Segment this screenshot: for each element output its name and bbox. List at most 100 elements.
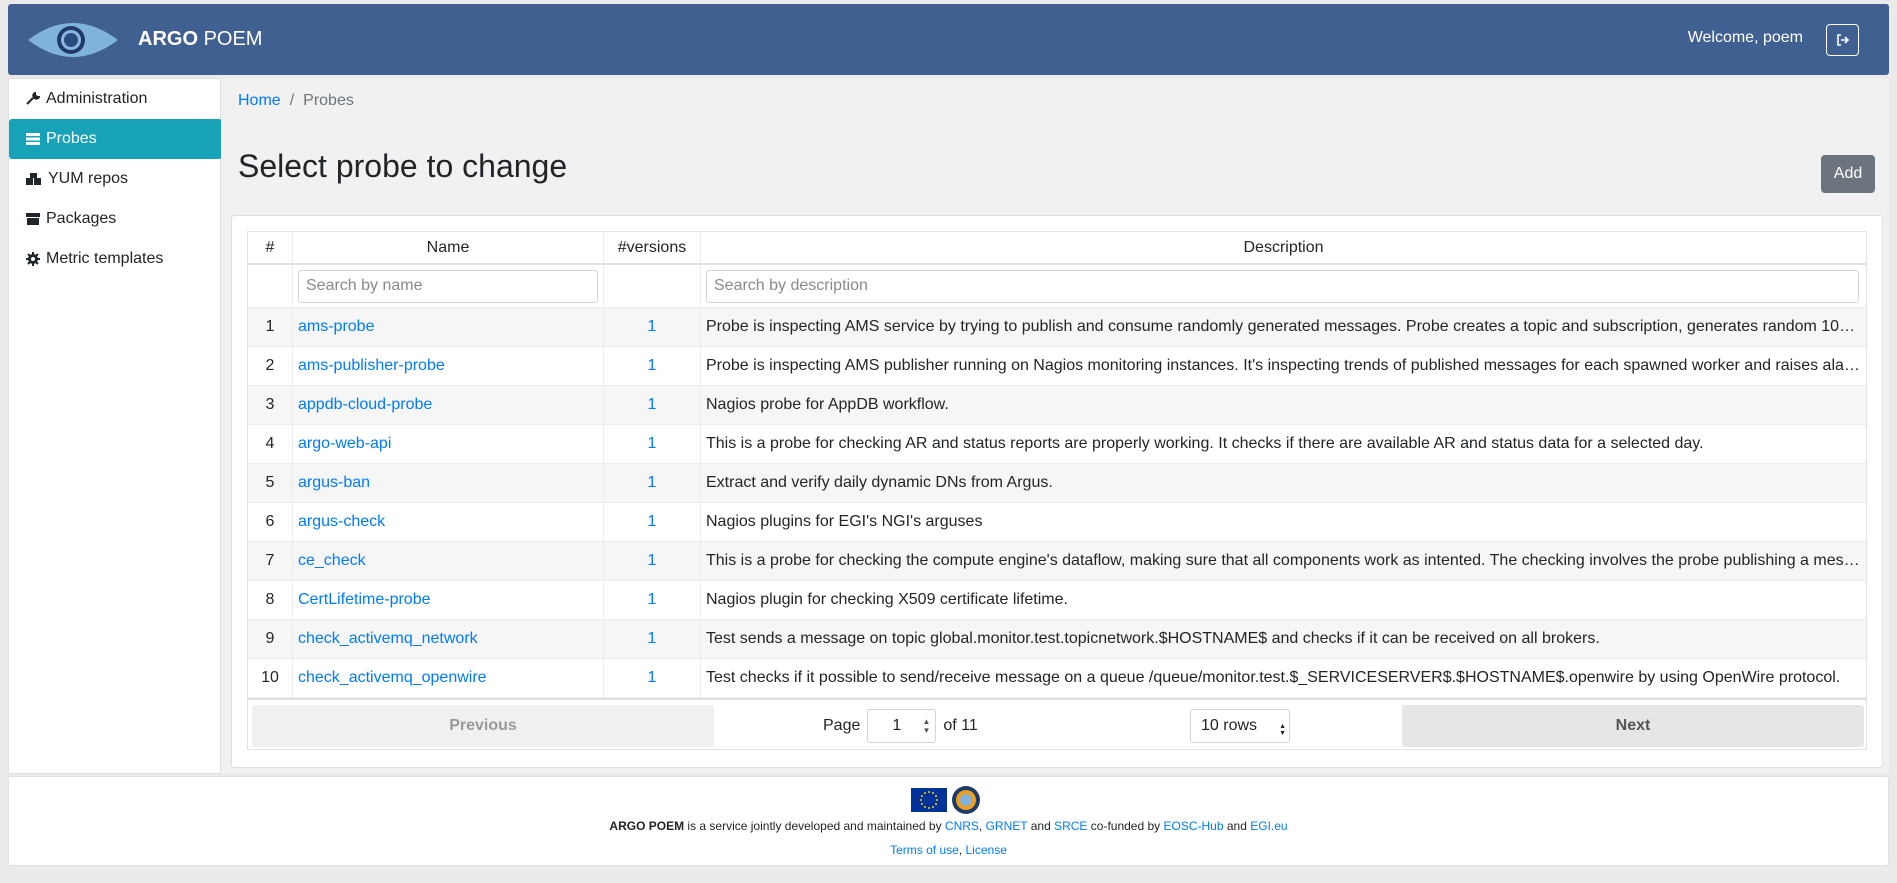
- probe-description: Nagios plugins for EGI's NGI's arguses: [706, 513, 983, 530]
- logout-button[interactable]: [1826, 24, 1859, 56]
- cnrs-link[interactable]: CNRS: [945, 819, 979, 833]
- probe-name-link[interactable]: argus-check: [298, 513, 385, 531]
- probe-name-link[interactable]: argus-ban: [298, 474, 370, 492]
- probe-name-link[interactable]: ams-probe: [298, 318, 374, 336]
- footer-brand: ARGO POEM: [609, 819, 685, 833]
- row-number: 3: [248, 386, 293, 424]
- row-number: 9: [248, 620, 293, 658]
- page-title: Select probe to change: [238, 148, 568, 184]
- table-row: 3 appdb-cloud-probe 1 Nagios probe for AppD…: [248, 386, 1866, 425]
- probe-description: Probe is inspecting AMS publisher runnin…: [706, 357, 1861, 374]
- row-number: 8: [248, 581, 293, 619]
- row-number: 6: [248, 503, 293, 541]
- row-number: 10: [248, 659, 293, 697]
- probes-card: # Name #versions Description Search by n…: [231, 215, 1883, 768]
- probe-name-link[interactable]: check_activemq_openwire: [298, 669, 487, 687]
- header-versions[interactable]: #versions: [604, 232, 701, 263]
- server-icon: [26, 133, 40, 145]
- box-icon: [26, 213, 40, 225]
- sign-out-icon: [1836, 34, 1849, 46]
- grnet-link[interactable]: GRNET: [986, 819, 1028, 833]
- egi-link[interactable]: EGI.eu: [1250, 819, 1287, 833]
- versions-link[interactable]: 1: [648, 474, 657, 492]
- eosc-hub-link[interactable]: EOSC-Hub: [1164, 819, 1224, 833]
- eu-flag-logo: [911, 788, 947, 812]
- versions-link[interactable]: 1: [648, 513, 657, 531]
- header-number[interactable]: #: [248, 232, 293, 263]
- table-header: # Name #versions Description: [248, 232, 1866, 265]
- probe-description: Nagios plugin for checking X509 certific…: [706, 591, 1068, 608]
- row-number: 5: [248, 464, 293, 502]
- header-name[interactable]: Name: [293, 232, 604, 263]
- versions-link[interactable]: 1: [648, 435, 657, 453]
- versions-link[interactable]: 1: [648, 669, 657, 687]
- sidebar-item-administration[interactable]: Administration: [9, 79, 222, 119]
- versions-link[interactable]: 1: [648, 318, 657, 336]
- table-row: 5 argus-ban 1 Extract and verify daily dyna…: [248, 464, 1866, 503]
- sidebar-item-packages[interactable]: Packages: [9, 199, 222, 239]
- probe-description: Extract and verify daily dynamic DNs fro…: [706, 474, 1053, 491]
- probe-description: This is a probe for checking AR and stat…: [706, 435, 1704, 452]
- spinner-arrows-icon[interactable]: ▲ ▼: [922, 717, 930, 735]
- page-label: Page: [823, 717, 861, 734]
- terms-of-use-link[interactable]: Terms of use: [890, 843, 959, 857]
- probe-description: Probe is inspecting AMS service by tryin…: [706, 318, 1861, 335]
- sidebar-item-probes[interactable]: Probes: [9, 119, 222, 159]
- versions-link[interactable]: 1: [648, 591, 657, 609]
- sidebar-item-metric-templates[interactable]: Metric templates: [9, 239, 222, 279]
- table-row: 8 CertLifetime-probe 1 Nagios plugin for ch…: [248, 581, 1866, 620]
- next-button[interactable]: Next: [1402, 705, 1864, 747]
- probe-name-link[interactable]: appdb-cloud-probe: [298, 396, 432, 414]
- add-button[interactable]: Add: [1821, 155, 1875, 193]
- probe-name-link[interactable]: argo-web-api: [298, 435, 391, 453]
- egi-logo: [952, 786, 980, 814]
- page-number-input[interactable]: 1 ▲ ▼: [867, 709, 937, 743]
- versions-link[interactable]: 1: [648, 630, 657, 648]
- row-number: 1: [248, 308, 293, 346]
- versions-link[interactable]: 1: [648, 396, 657, 414]
- boxes-icon: [26, 173, 41, 185]
- wrench-icon: [26, 92, 40, 105]
- breadcrumb-home-link[interactable]: Home: [238, 92, 281, 109]
- main-content: Home / Probes Select probe to change Add #…: [221, 78, 1889, 774]
- probe-name-link[interactable]: CertLifetime-probe: [298, 591, 431, 609]
- license-link[interactable]: License: [966, 843, 1007, 857]
- probe-description: Nagios probe for AppDB workflow.: [706, 396, 949, 413]
- search-name-input[interactable]: Search by name: [298, 269, 598, 303]
- chevron-down-icon: ▲ ▼: [1279, 723, 1286, 737]
- gear-icon: [26, 252, 40, 266]
- probes-table: # Name #versions Description Search by n…: [247, 231, 1867, 699]
- probe-name-link[interactable]: check_activemq_network: [298, 630, 478, 648]
- pagination: Previous Page 1 ▲ ▼ of 11 10 rows ▲ ▼ Next: [247, 698, 1867, 750]
- probe-description: Test sends a message on topic global.mon…: [706, 630, 1600, 647]
- breadcrumb-current: Probes: [303, 92, 354, 109]
- versions-link[interactable]: 1: [648, 552, 657, 570]
- table-row: 4 argo-web-api 1 This is a probe for checki…: [248, 425, 1866, 464]
- probe-name-link[interactable]: ams-publisher-probe: [298, 357, 445, 375]
- table-row: 10 check_activemq_openwire 1 Test checks if…: [248, 659, 1866, 698]
- header-description[interactable]: Description: [701, 232, 1866, 263]
- welcome-text: Welcome, poem: [1687, 29, 1803, 46]
- filter-row: Search by name Search by description: [248, 265, 1866, 308]
- table-row: 2 ams-publisher-probe 1 Probe is inspecting…: [248, 347, 1866, 386]
- footer: ARGO POEM is a service jointly developed…: [8, 776, 1889, 866]
- sidebar: Administration Probes YUM repos Packages…: [8, 78, 222, 774]
- srce-link[interactable]: SRCE: [1054, 819, 1087, 833]
- probe-description: This is a probe for checking the compute…: [706, 552, 1861, 569]
- search-description-input[interactable]: Search by description: [706, 269, 1859, 303]
- table-row: 1 ams-probe 1 Probe is inspecting AMS servi…: [248, 308, 1866, 347]
- table-row: 6 argus-check 1 Nagios plugins for EGI's NG…: [248, 503, 1866, 542]
- row-number: 2: [248, 347, 293, 385]
- table-row: 7 ce_check 1 This is a probe for checking t…: [248, 542, 1866, 581]
- row-number: 4: [248, 425, 293, 463]
- sidebar-item-yum-repos[interactable]: YUM repos: [9, 159, 222, 199]
- page-total: of 11: [943, 717, 978, 734]
- top-navbar: ARGO POEM Welcome, poem: [8, 4, 1889, 75]
- probe-name-link[interactable]: ce_check: [298, 552, 366, 570]
- argo-eye-logo: [28, 23, 118, 57]
- previous-button[interactable]: Previous: [252, 705, 714, 747]
- app-brand[interactable]: ARGO POEM: [138, 28, 262, 51]
- table-row: 9 check_activemq_network 1 Test sends a mes…: [248, 620, 1866, 659]
- rows-per-page-select[interactable]: 10 rows ▲ ▼: [1190, 709, 1290, 743]
- versions-link[interactable]: 1: [648, 357, 657, 375]
